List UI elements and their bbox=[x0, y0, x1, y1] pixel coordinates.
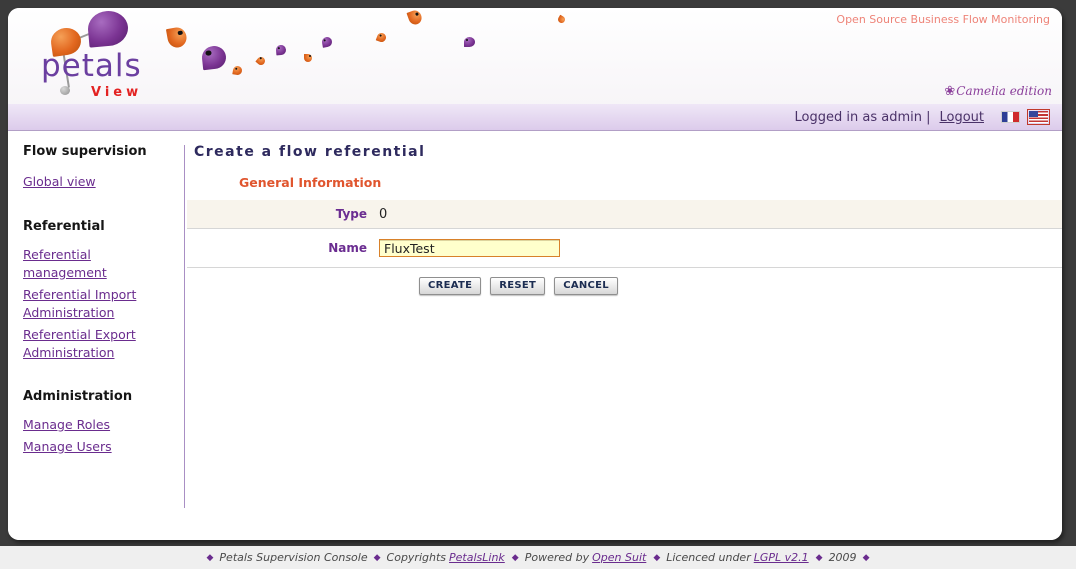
petal-icon bbox=[232, 65, 242, 75]
sidebar-heading-referential: Referential bbox=[23, 219, 174, 234]
lgpl-link[interactable]: LGPL v2.1 bbox=[754, 551, 809, 564]
app-page: petals View Open Source Business Flow Mo… bbox=[8, 8, 1062, 540]
sidebar-item-referential-import[interactable]: Referential Import Administration bbox=[23, 286, 174, 322]
logged-in-status: Logged in as admin | bbox=[795, 110, 931, 125]
user-bar: Logged in as admin | Logout bbox=[8, 104, 1062, 131]
sidebar-item-referential-export[interactable]: Referential Export Administration bbox=[23, 326, 174, 362]
petal-icon bbox=[304, 54, 312, 62]
name-input[interactable] bbox=[379, 239, 560, 257]
footer-year-text: 2009 bbox=[829, 551, 857, 564]
diamond-icon: ◆ bbox=[816, 553, 823, 563]
brand-subtitle: View bbox=[91, 85, 142, 100]
footer-copyrights-text: Copyrights bbox=[387, 551, 446, 564]
footer-licenced-text: Licenced under bbox=[666, 551, 750, 564]
petal-icon bbox=[557, 15, 567, 25]
page-title: Create a flow referential bbox=[194, 144, 1062, 160]
petal-icon bbox=[276, 45, 287, 56]
petals-logo-icon: petals View bbox=[38, 8, 178, 104]
section-heading: General Information bbox=[239, 175, 1062, 190]
sidebar-heading-flow-supervision: Flow supervision bbox=[23, 144, 174, 159]
app-header: petals View Open Source Business Flow Mo… bbox=[8, 8, 1062, 104]
petal-icon bbox=[464, 37, 475, 47]
sidebar: Flow supervision Global view Referential… bbox=[8, 131, 184, 540]
app-footer: ◆ Petals Supervision Console ◆ Copyright… bbox=[0, 546, 1076, 569]
sidebar-divider bbox=[184, 145, 185, 508]
logo-ball-icon bbox=[60, 86, 70, 95]
create-button[interactable]: CREATE bbox=[419, 277, 481, 295]
petalslink-link[interactable]: PetalsLink bbox=[449, 551, 505, 564]
flag-france-icon[interactable] bbox=[1001, 111, 1020, 123]
sidebar-heading-administration: Administration bbox=[23, 389, 174, 404]
diamond-icon: ◆ bbox=[207, 553, 214, 563]
cancel-button[interactable]: CANCEL bbox=[554, 277, 618, 295]
diamond-icon: ◆ bbox=[374, 553, 381, 563]
footer-console-text: Petals Supervision Console bbox=[219, 551, 367, 564]
app-tagline: Open Source Business Flow Monitoring bbox=[836, 13, 1050, 26]
name-label: Name bbox=[187, 241, 367, 255]
logout-link[interactable]: Logout bbox=[939, 110, 984, 125]
sidebar-item-manage-roles[interactable]: Manage Roles bbox=[23, 416, 174, 434]
type-row: Type 0 bbox=[187, 200, 1062, 229]
main-panel: Create a flow referential General Inform… bbox=[184, 131, 1062, 540]
create-referential-form: Type 0 Name bbox=[187, 200, 1062, 268]
sidebar-item-referential-management[interactable]: Referential management bbox=[23, 246, 174, 282]
content-area: Flow supervision Global view Referential… bbox=[8, 131, 1062, 540]
flower-icon: ❀ bbox=[944, 84, 955, 99]
flag-usa-icon[interactable] bbox=[1029, 111, 1048, 123]
diamond-icon: ◆ bbox=[653, 553, 660, 563]
petal-icon bbox=[406, 9, 423, 27]
petal-icon bbox=[87, 9, 130, 47]
petal-icon bbox=[255, 55, 266, 66]
footer-powered-text: Powered by bbox=[525, 551, 589, 564]
name-row: Name bbox=[187, 229, 1062, 268]
petal-icon bbox=[321, 36, 333, 48]
sidebar-item-manage-users[interactable]: Manage Users bbox=[23, 438, 174, 456]
petal-icon bbox=[376, 32, 388, 44]
type-label: Type bbox=[187, 207, 367, 221]
reset-button[interactable]: RESET bbox=[490, 277, 545, 295]
petal-icon bbox=[201, 45, 227, 70]
form-actions: CREATE RESET CANCEL bbox=[419, 277, 1062, 295]
brand-name: petals bbox=[41, 48, 142, 84]
diamond-icon: ◆ bbox=[512, 553, 519, 563]
sidebar-item-global-view[interactable]: Global view bbox=[23, 173, 174, 191]
type-value: 0 bbox=[379, 207, 387, 222]
opensuit-link[interactable]: Open Suit bbox=[592, 551, 646, 564]
edition-label: ❀Camelia edition bbox=[944, 84, 1052, 99]
diamond-icon: ◆ bbox=[863, 553, 870, 563]
